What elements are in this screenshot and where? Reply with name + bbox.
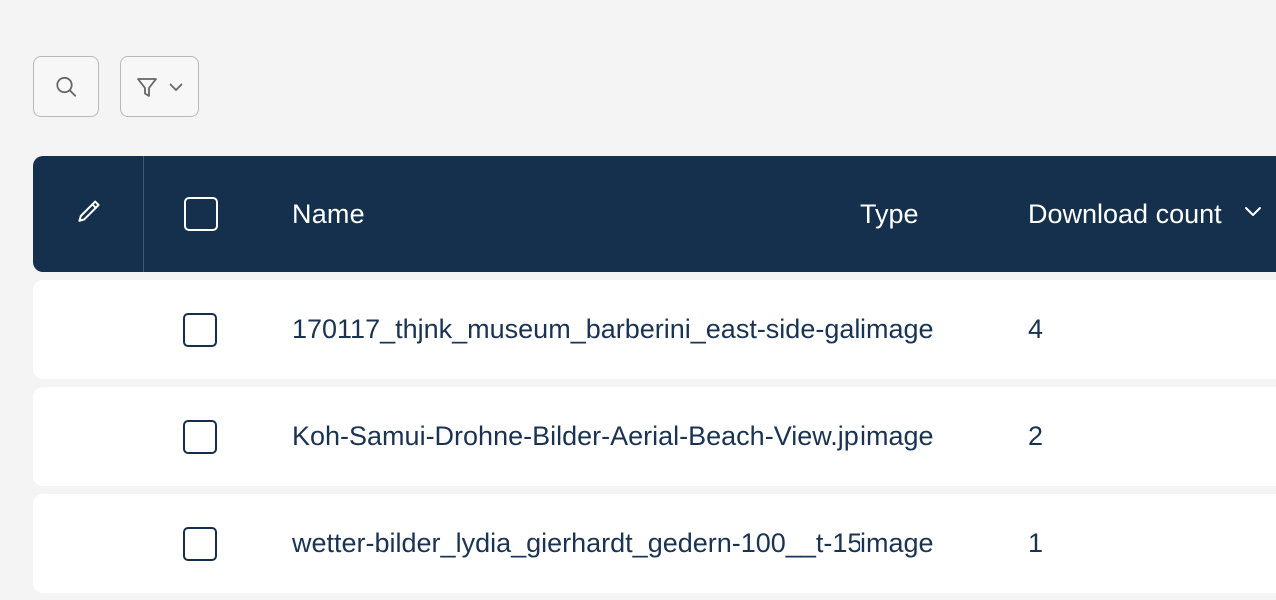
table-row[interactable]: 170117_thjnk_museum_barberini_east-side-… [33, 280, 1276, 379]
cell-type: image [860, 387, 1028, 486]
table-row[interactable]: Koh-Samui-Drohne-Bilder-Aerial-Beach-Vie… [33, 387, 1276, 486]
column-header-type-label: Type [860, 198, 919, 229]
cell-name-label: 170117_thjnk_museum_barberini_east-side-… [292, 314, 860, 344]
cell-download-count: 2 [1028, 387, 1276, 486]
row-select-cell [143, 387, 292, 486]
row-select-cell [143, 494, 292, 593]
cell-type-label: image [860, 421, 934, 451]
search-button[interactable] [33, 56, 99, 117]
select-all-checkbox[interactable] [184, 197, 218, 231]
cell-type: image [860, 494, 1028, 593]
cell-download-count: 1 [1028, 494, 1276, 593]
cell-download-count-label: 2 [1028, 421, 1044, 451]
row-edit-cell [33, 280, 143, 379]
cell-download-count-label: 1 [1028, 528, 1044, 558]
row-edit-cell [33, 387, 143, 486]
table-row[interactable]: wetter-bilder_lydia_gierhardt_gedern-100… [33, 494, 1276, 593]
search-icon [52, 73, 80, 101]
filter-button[interactable] [120, 56, 199, 117]
cell-download-count-label: 4 [1028, 314, 1044, 344]
cell-type-label: image [860, 314, 934, 344]
cell-name: 170117_thjnk_museum_barberini_east-side-… [292, 280, 860, 379]
filter-funnel-icon [134, 73, 160, 101]
row-checkbox[interactable] [183, 312, 217, 347]
row-select-cell [143, 280, 292, 379]
column-header-type[interactable]: Type [860, 156, 1028, 272]
table-header-row: Name Type Download count [33, 156, 1276, 272]
select-all-cell [144, 156, 292, 272]
cell-type-label: image [860, 528, 934, 558]
cell-name-label: Koh-Samui-Drohne-Bilder-Aerial-Beach-Vie… [292, 421, 860, 451]
chevron-down-icon[interactable] [1240, 198, 1266, 231]
row-edit-cell [33, 494, 143, 593]
cell-name: Koh-Samui-Drohne-Bilder-Aerial-Beach-Vie… [292, 387, 860, 486]
edit-mode-button[interactable] [33, 156, 143, 272]
toolbar [33, 56, 199, 117]
cell-name-label: wetter-bilder_lydia_gierhardt_gedern-100… [292, 528, 860, 558]
asset-table: Name Type Download count 170117_thjnk_mu… [33, 156, 1276, 593]
column-header-name-label: Name [292, 198, 365, 229]
chevron-down-icon [166, 77, 186, 97]
column-header-download-count[interactable]: Download count [1028, 156, 1276, 272]
column-header-download-count-label: Download count [1028, 198, 1222, 229]
pencil-icon [71, 195, 105, 234]
row-checkbox[interactable] [183, 526, 217, 561]
row-checkbox[interactable] [183, 419, 217, 454]
column-header-name[interactable]: Name [292, 156, 860, 272]
cell-download-count: 4 [1028, 280, 1276, 379]
cell-name: wetter-bilder_lydia_gierhardt_gedern-100… [292, 494, 860, 593]
cell-type: image [860, 280, 1028, 379]
